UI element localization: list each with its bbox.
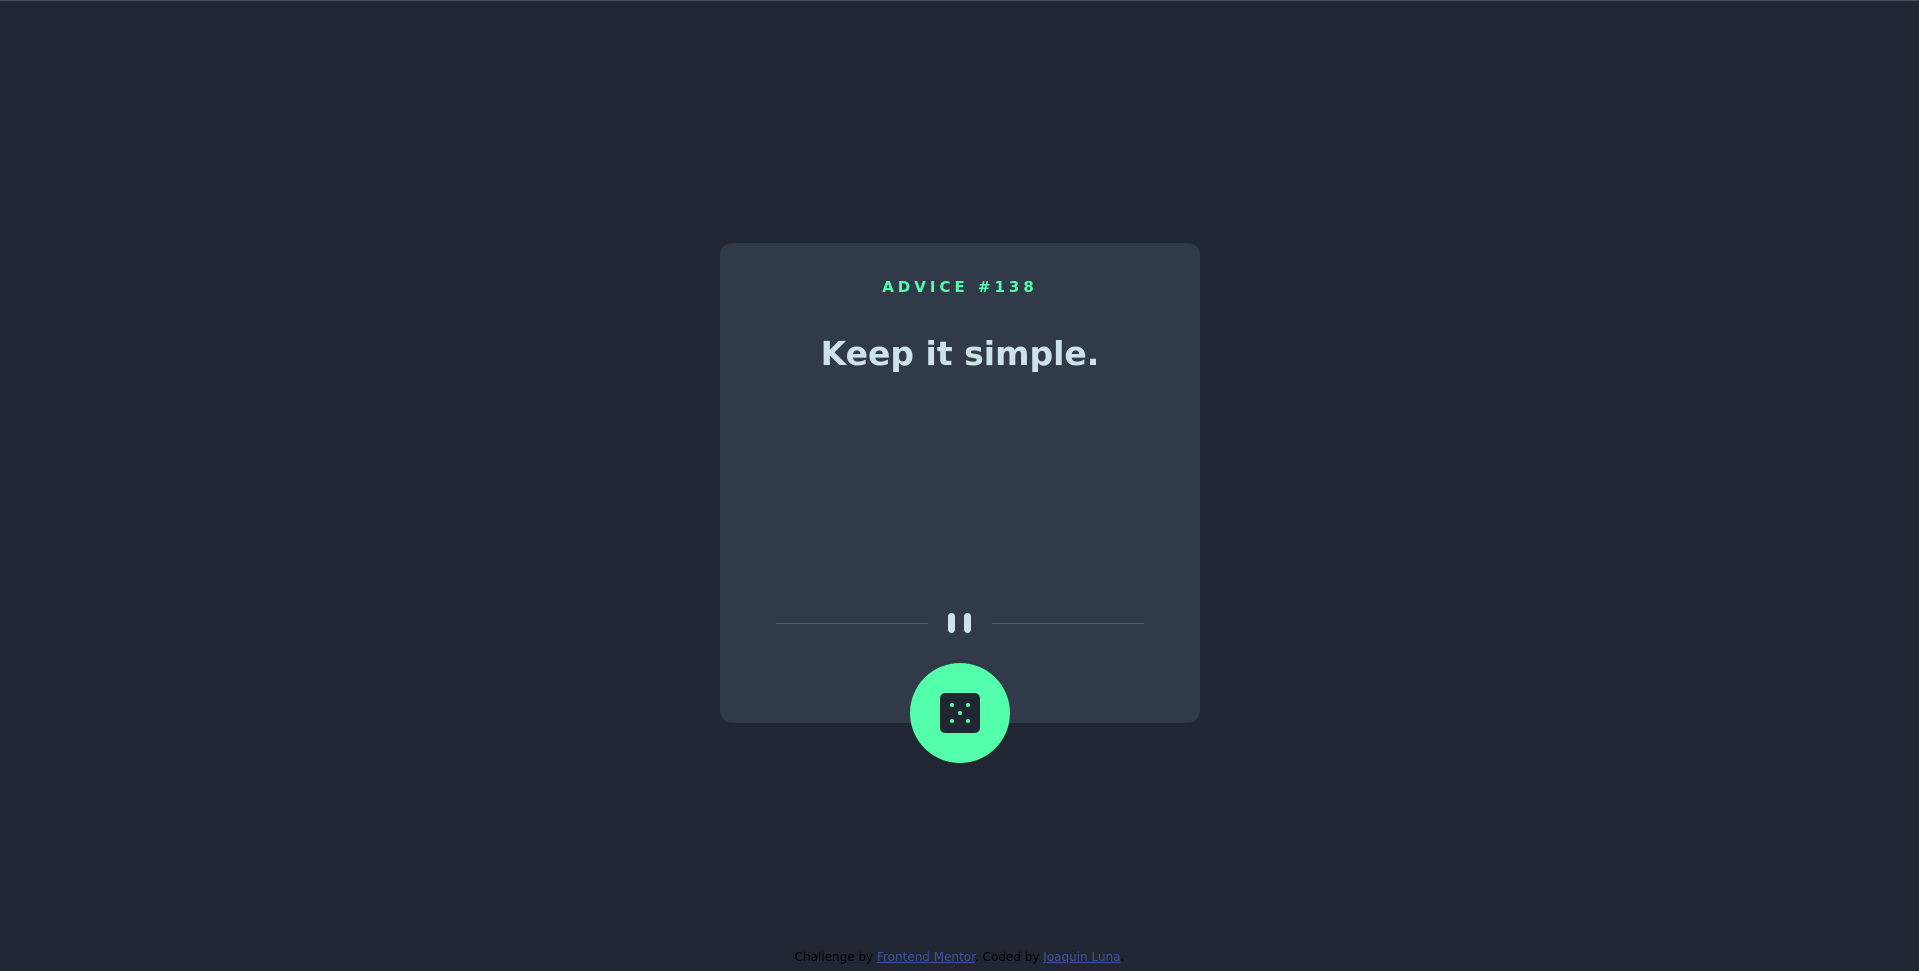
top-border (0, 0, 1919, 1)
author-link[interactable]: Joaquin Luna (1043, 950, 1120, 964)
pause-bar-right (964, 613, 971, 633)
divider-line-right (992, 623, 1144, 624)
advice-id: ADVICE #138 (882, 278, 1038, 296)
advice-quote: Keep it simple. (820, 334, 1100, 373)
dice-dot (950, 719, 954, 723)
attribution-footer: Challenge by Frontend Mentor. Coded by J… (0, 950, 1919, 964)
footer-prefix: Challenge by (794, 950, 877, 964)
frontend-mentor-link[interactable]: Frontend Mentor (877, 950, 975, 964)
advice-card: ADVICE #138 Keep it simple. (720, 243, 1200, 723)
footer-middle: . Coded by (974, 950, 1044, 964)
dice-icon (940, 693, 980, 733)
pattern-divider (776, 613, 1144, 633)
footer-suffix: . (1120, 950, 1125, 964)
new-advice-button[interactable] (910, 663, 1010, 763)
dice-dot (966, 719, 970, 723)
divider-line-left (776, 623, 928, 624)
dice-dot (966, 703, 970, 707)
dice-dot (958, 711, 962, 715)
dice-dot (950, 703, 954, 707)
pause-icon (948, 613, 972, 633)
pause-bar-left (948, 613, 955, 633)
